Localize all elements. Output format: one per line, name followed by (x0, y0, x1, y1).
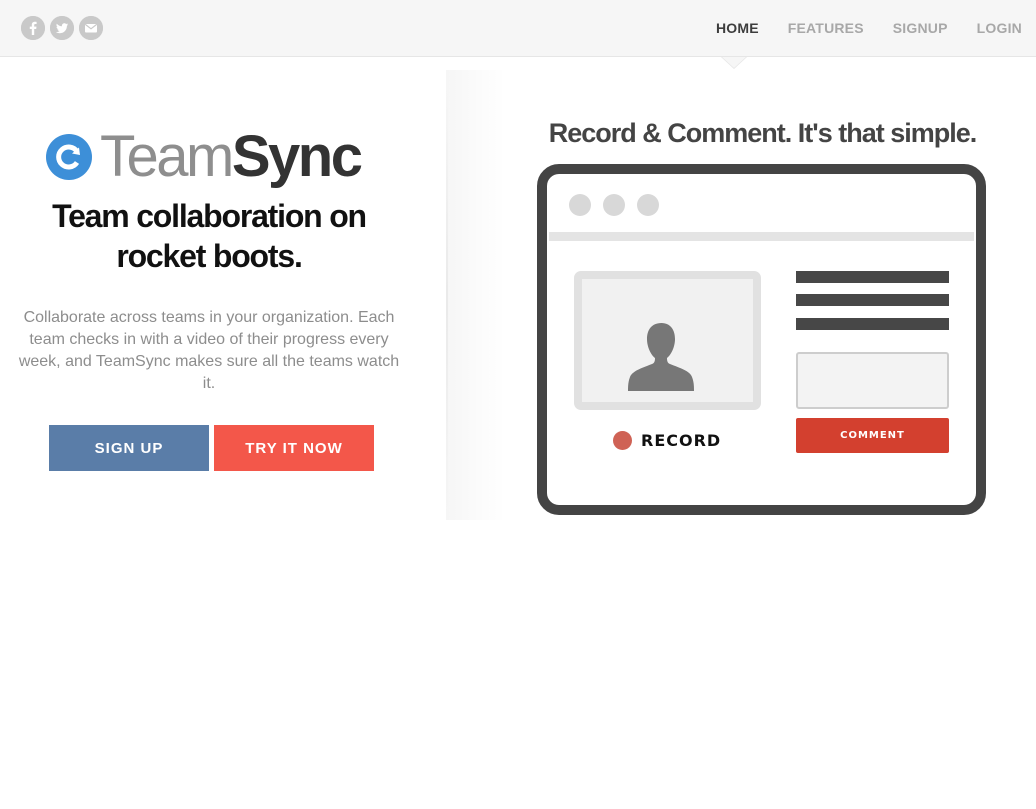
headline-line-2: rocket boots. (116, 238, 303, 274)
try-it-now-button[interactable]: TRY IT NOW (214, 425, 374, 471)
record-label: RECORD (641, 431, 722, 450)
text-line-placeholder (796, 271, 949, 283)
browser-window-illustration: RECORD COMMENT (537, 164, 986, 515)
active-nav-indicator (722, 57, 746, 68)
text-line-placeholder (796, 318, 949, 330)
logo-refresh-icon (46, 134, 92, 180)
illustration-tagline: Record & Comment. It's that simple. (548, 118, 978, 148)
window-dot (569, 194, 591, 216)
nav-login-link[interactable]: LOGIN (977, 20, 1022, 36)
window-dot (603, 194, 625, 216)
comment-input-placeholder (796, 352, 949, 409)
social-links (21, 16, 103, 40)
teamsync-logo: TeamSync (46, 124, 363, 190)
logo-wordmark: TeamSync (100, 124, 363, 189)
hero-description: Collaborate across teams in your organiz… (18, 309, 400, 392)
nav-features-link[interactable]: FEATURES (788, 20, 864, 36)
record-dot-icon (613, 431, 632, 450)
headline-line-1: Team collaboration on (52, 198, 367, 234)
window-dot (637, 194, 659, 216)
window-toolbar-line (549, 232, 974, 241)
main-nav: HOME FEATURES SIGNUP LOGIN (716, 20, 1022, 36)
email-icon[interactable] (79, 16, 103, 40)
logo-team-text: Team (100, 124, 234, 189)
user-silhouette-icon (628, 323, 694, 391)
facebook-icon[interactable] (21, 16, 45, 40)
twitter-icon[interactable] (50, 16, 74, 40)
record-control[interactable]: RECORD (613, 431, 721, 450)
section-divider-shadow (446, 70, 506, 520)
nav-signup-link[interactable]: SIGNUP (893, 20, 948, 36)
hero-headline: Team collaboration on rocket boots. (20, 196, 398, 276)
sign-up-button[interactable]: SIGN UP (49, 425, 209, 471)
logo-sync-text: Sync (231, 124, 363, 189)
nav-home-link[interactable]: HOME (716, 20, 759, 36)
text-line-placeholder (796, 294, 949, 306)
video-placeholder (574, 271, 761, 410)
section-divider (446, 80, 448, 520)
window-controls (569, 194, 659, 216)
top-navigation-bar: HOME FEATURES SIGNUP LOGIN (0, 0, 1036, 57)
comment-button: COMMENT (796, 418, 949, 453)
